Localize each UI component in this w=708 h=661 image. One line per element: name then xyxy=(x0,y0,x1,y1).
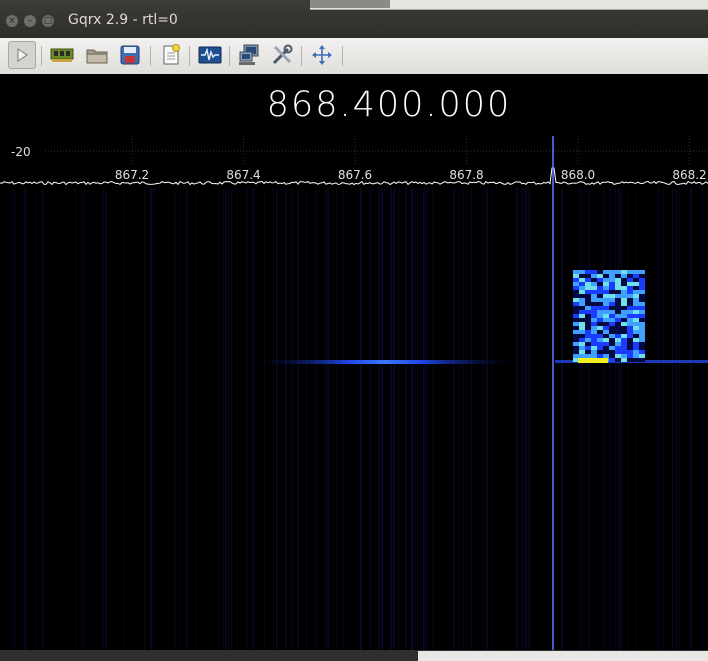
waveform-icon xyxy=(198,46,222,64)
configure-button[interactable] xyxy=(268,41,296,69)
arrows-expand-icon xyxy=(312,45,332,65)
frequency-value: 868.400.000 xyxy=(266,85,512,125)
play-icon xyxy=(17,48,28,62)
frequency-tick-label: 868.2 xyxy=(672,168,706,182)
frequency-tick-label: 867.2 xyxy=(115,168,149,182)
start-dsp-button[interactable] xyxy=(8,41,36,69)
frequency-tick-label: 867.4 xyxy=(226,168,260,182)
folder-icon xyxy=(86,49,108,64)
narrowband-carrier xyxy=(260,360,510,364)
computer-network-icon xyxy=(239,44,259,65)
save-settings-button[interactable] xyxy=(116,41,144,69)
waterfall-display[interactable] xyxy=(0,188,708,650)
title-bar: × – □ Gqrx 2.9 - rtl=0 xyxy=(0,0,708,38)
dsp-toggle-button[interactable] xyxy=(196,41,224,69)
frequency-tick-label: 867.6 xyxy=(338,168,372,182)
document-star-icon xyxy=(163,44,180,65)
open-settings-button[interactable] xyxy=(83,41,111,69)
signal-burst xyxy=(573,270,645,363)
io-devices-button[interactable] xyxy=(48,41,76,69)
frequency-tick-label: 868.0 xyxy=(561,168,595,182)
tools-icon xyxy=(272,44,293,65)
frequency-display[interactable]: 868.400.000 xyxy=(0,74,708,136)
bottom-strip xyxy=(0,650,708,661)
hardware-card-icon xyxy=(50,48,74,62)
fullscreen-button[interactable] xyxy=(308,41,336,69)
frequency-tick-label: 867.8 xyxy=(449,168,483,182)
close-icon[interactable]: × xyxy=(6,15,18,27)
remote-control-button[interactable] xyxy=(157,41,185,69)
floppy-disk-icon xyxy=(120,45,140,65)
window-title: Gqrx 2.9 - rtl=0 xyxy=(68,12,178,28)
maximize-icon[interactable]: □ xyxy=(42,15,54,27)
background-window-strip xyxy=(310,0,708,10)
toolbar xyxy=(0,38,708,75)
db-scale-label: -20 xyxy=(11,145,31,159)
spectrum-plot[interactable]: -20 867.2 867.4 867.6 867.8 868.0 868.2 xyxy=(0,136,708,188)
remote-network-button[interactable] xyxy=(236,41,264,69)
minimize-icon[interactable]: – xyxy=(24,15,36,27)
